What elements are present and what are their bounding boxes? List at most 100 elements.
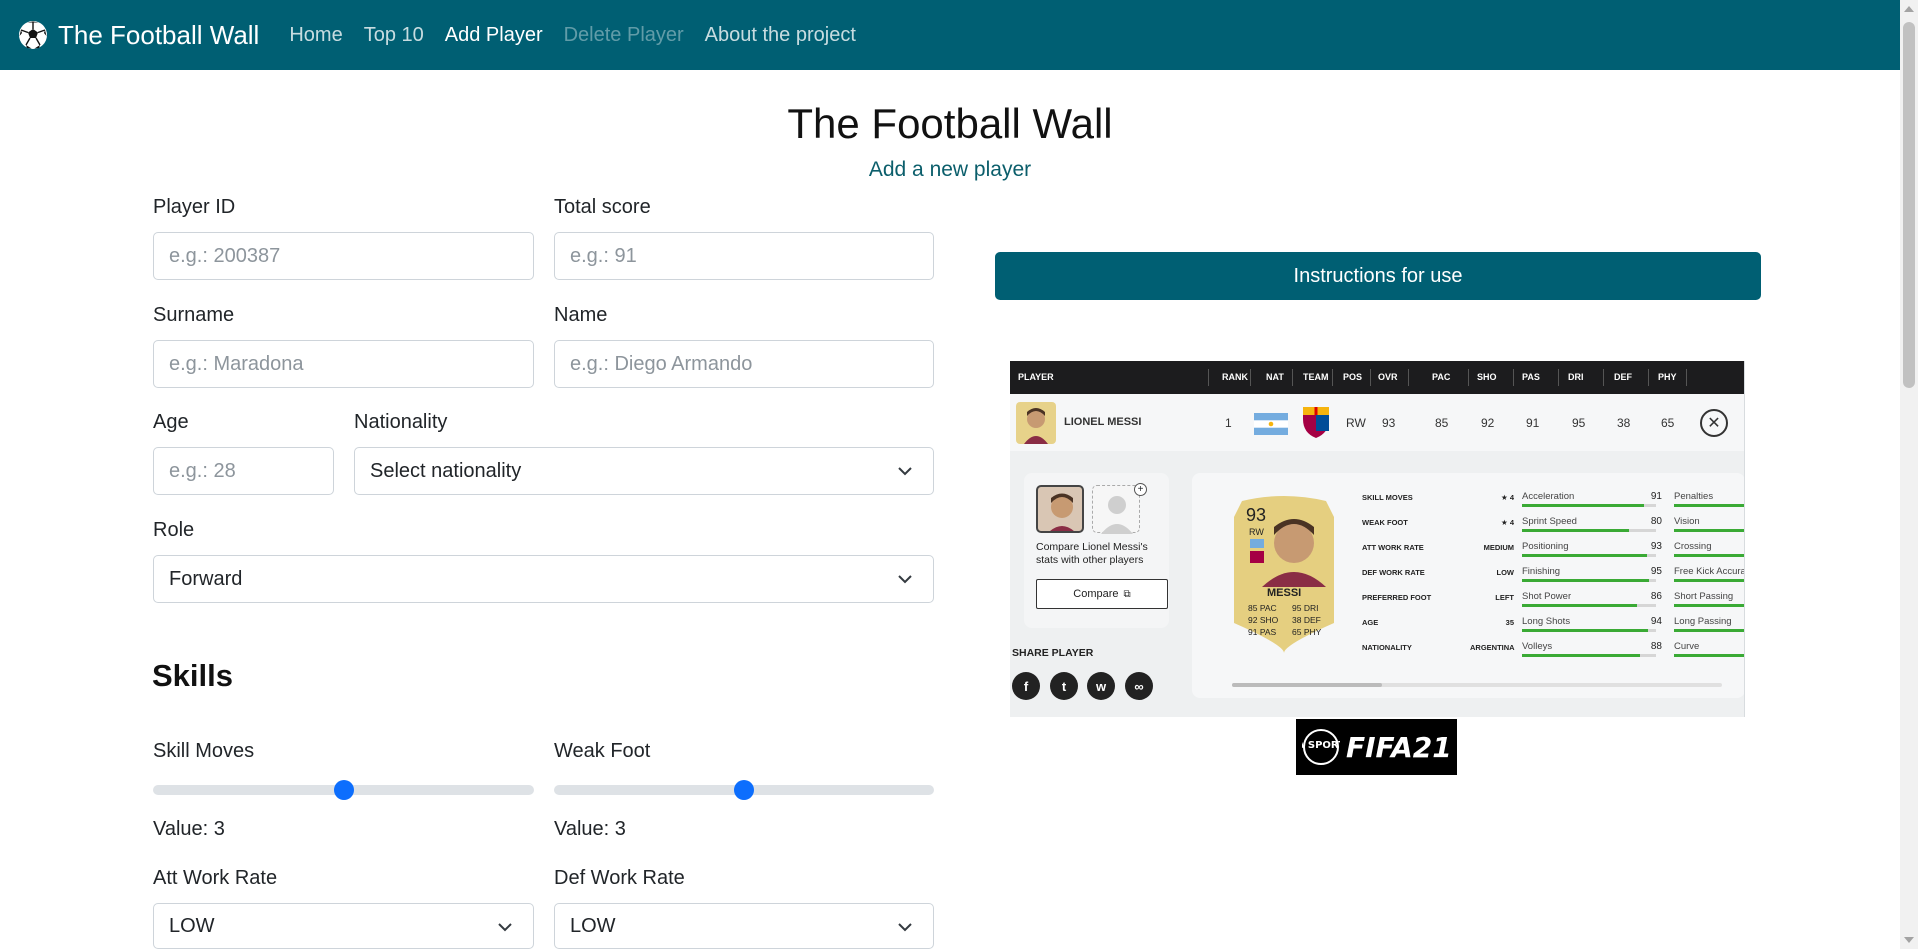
argentina-flag-icon [1254, 413, 1288, 435]
attribute-bar [1674, 554, 1744, 557]
attribute-bar [1674, 604, 1744, 607]
card-player-row: LIONEL MESSI 1 RW 93 85 92 91 95 38 65 ✕ [1010, 394, 1744, 451]
age-input[interactable] [153, 447, 334, 495]
attribute-bar [1522, 529, 1656, 532]
link-icon[interactable]: ∞ [1125, 672, 1153, 700]
attribute-name: Crossing [1674, 541, 1712, 552]
chevron-down-icon [898, 923, 912, 932]
col-team: TEAM [1303, 372, 1329, 382]
nationality-select[interactable]: Select nationality [354, 447, 934, 495]
attribute-value: 86 [1650, 591, 1662, 602]
col-pas: PAS [1522, 372, 1540, 382]
attribute-bar [1522, 654, 1656, 657]
nav-add-player[interactable]: Add Player [445, 24, 543, 47]
col-nat: NAT [1266, 372, 1284, 382]
info-key: NATIONALITY [1362, 643, 1412, 652]
col-ovr: OVR [1378, 372, 1398, 382]
attribute-name: Free Kick Accuracy [1674, 566, 1745, 577]
scroll-up-icon[interactable] [1904, 6, 1914, 12]
skill-moves-slider[interactable] [153, 780, 534, 800]
card-horizontal-scroll[interactable] [1232, 683, 1722, 687]
scroll-thumb[interactable] [1903, 22, 1915, 388]
empty-player-slot[interactable] [1092, 485, 1140, 534]
attribute-name: Acceleration [1522, 491, 1575, 502]
skill-moves-slider-thumb[interactable] [333, 780, 354, 800]
add-icon[interactable]: + [1134, 483, 1147, 496]
attribute-bar [1674, 529, 1744, 532]
info-key: AGE [1362, 618, 1379, 627]
total-score-input[interactable] [554, 232, 934, 280]
fut-card: 93 RW MESSI 85 PAC 92 SHO 91 PAS 95 DRI … [1232, 495, 1336, 653]
instructions-button[interactable]: Instructions for use [995, 252, 1761, 300]
fut-rating: 93 [1246, 505, 1267, 525]
attribute-bar-fill [1674, 629, 1744, 632]
compare-button-label: Compare [1073, 588, 1119, 600]
weak-foot-slider-thumb[interactable] [734, 780, 754, 800]
col-dri: DRI [1568, 372, 1584, 382]
surname-input[interactable] [153, 340, 534, 388]
attribute-name: Penalties [1674, 491, 1714, 502]
ea-sports-logo-icon: EA SPORTS [1302, 729, 1340, 765]
weak-foot-slider[interactable] [554, 780, 934, 800]
twitter-icon[interactable]: t [1050, 672, 1078, 700]
def-work-rate-select[interactable]: LOW [554, 903, 934, 949]
attribute-bar [1674, 629, 1744, 632]
page-title: The Football Wall [787, 100, 1113, 147]
window-icon: ⧉ [1123, 588, 1131, 600]
row-def: 38 [1617, 416, 1631, 430]
col-rank: RANK [1222, 372, 1248, 382]
skill-moves-value: Value: 3 [153, 818, 225, 840]
scroll-down-icon[interactable] [1904, 937, 1914, 943]
attribute-name: Long Shots [1522, 616, 1571, 627]
fut-name: MESSI [1267, 587, 1302, 599]
role-select[interactable]: Forward [153, 555, 934, 603]
brand-link[interactable]: The Football Wall [18, 20, 259, 51]
attribute-name: Vision [1674, 516, 1700, 527]
role-label: Role [153, 519, 195, 541]
attribute-name: Curve [1674, 641, 1700, 652]
nationality-label: Nationality [354, 411, 448, 433]
attribute-bar-fill [1674, 604, 1744, 607]
weak-foot-value: Value: 3 [554, 818, 626, 840]
info-value: 35 [1505, 618, 1514, 627]
total-score-label: Total score [554, 196, 651, 218]
fut-stat-right-2: 38 DEF [1292, 615, 1321, 625]
card-header-row: PLAYER RANK NAT TEAM POS OVR PAC SHO PAS… [1010, 361, 1744, 394]
chevron-down-icon [898, 575, 912, 584]
example-player-card: PLAYER RANK NAT TEAM POS OVR PAC SHO PAS… [1010, 361, 1745, 717]
info-key: ATT WORK RATE [1362, 543, 1424, 552]
nav-top-10[interactable]: Top 10 [364, 24, 424, 47]
fifa21-logo: EA SPORTS FIFA21 [1296, 719, 1457, 775]
col-pos: POS [1343, 372, 1363, 382]
row-ovr: 93 [1382, 416, 1396, 430]
attribute-name: Short Passing [1674, 591, 1734, 602]
nav-home[interactable]: Home [289, 24, 342, 47]
attribute-name: Sprint Speed [1522, 516, 1577, 527]
attribute-value: 88 [1650, 641, 1662, 652]
close-icon[interactable]: ✕ [1700, 409, 1728, 437]
col-pac: PAC [1432, 372, 1451, 382]
col-def: DEF [1614, 372, 1632, 382]
skill-moves-label: Skill Moves [153, 740, 255, 762]
att-work-rate-label: Att Work Rate [153, 867, 278, 889]
attribute-bar-fill [1674, 579, 1744, 582]
name-input[interactable] [554, 340, 934, 388]
att-work-rate-select[interactable]: LOW [153, 903, 534, 949]
attribute-bar-fill [1522, 654, 1640, 657]
att-work-rate-value: LOW [169, 914, 215, 937]
stats-panel: 93 RW MESSI 85 PAC 92 SHO 91 PAS 95 DRI … [1192, 473, 1745, 698]
row-rank: 1 [1225, 416, 1232, 430]
fifa21-logo-text: FIFA21 [1346, 730, 1452, 764]
col-phy: PHY [1658, 372, 1677, 382]
football-icon [19, 21, 47, 49]
attribute-value: 80 [1650, 516, 1662, 527]
page-scrollbar[interactable] [1900, 0, 1918, 949]
attribute-bar [1522, 579, 1656, 582]
facebook-icon[interactable]: f [1012, 672, 1040, 700]
nav-delete-player: Delete Player [563, 23, 684, 46]
compare-button[interactable]: Compare ⧉ [1036, 579, 1168, 609]
nav-about[interactable]: About the project [705, 24, 856, 47]
player-id-input[interactable] [153, 232, 534, 280]
compare-text: Compare Lionel Messi's stats with other … [1036, 541, 1148, 566]
whatsapp-icon[interactable]: w [1087, 672, 1115, 700]
